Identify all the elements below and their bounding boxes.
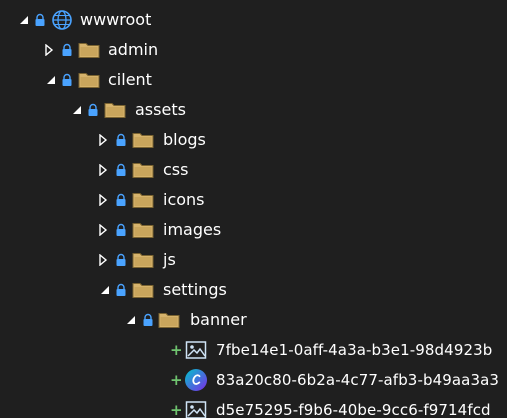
file-label: 83a20c80-6b2a-4c77-afb3-b49aa3a3 bbox=[216, 371, 500, 389]
expanded-arrow-icon[interactable] bbox=[99, 275, 111, 305]
folder-label-images: images bbox=[163, 220, 222, 239]
folder-icon bbox=[77, 35, 101, 65]
tree-row-file[interactable]: + d5e75295-f9b6-40be-9cc6-f9714fcd bbox=[0, 395, 507, 418]
collapsed-arrow-icon[interactable] bbox=[97, 155, 109, 185]
expanded-arrow-icon[interactable] bbox=[45, 65, 57, 95]
globe-icon bbox=[50, 5, 74, 35]
folder-label-admin: admin bbox=[108, 40, 159, 59]
tree-row-css[interactable]: css bbox=[0, 155, 507, 185]
folder-icon bbox=[131, 125, 155, 155]
folder-icon bbox=[131, 245, 155, 275]
folder-icon bbox=[131, 155, 155, 185]
folder-icon bbox=[131, 215, 155, 245]
lock-icon bbox=[115, 275, 127, 305]
folder-icon bbox=[103, 95, 127, 125]
expanded-arrow-icon[interactable] bbox=[71, 95, 83, 125]
lock-icon bbox=[87, 95, 99, 125]
added-status-icon: + bbox=[170, 401, 183, 418]
folder-label-js: js bbox=[163, 250, 176, 269]
folder-icon bbox=[131, 275, 155, 305]
tree-row-admin[interactable]: admin bbox=[0, 35, 507, 65]
tree-row-blogs[interactable]: blogs bbox=[0, 125, 507, 155]
collapsed-arrow-icon[interactable] bbox=[97, 215, 109, 245]
tree-row-file[interactable]: + 7fbe14e1-0aff-4a3a-b3e1-98d4923b bbox=[0, 335, 507, 365]
folder-label-cilent: cilent bbox=[108, 70, 152, 89]
folder-icon bbox=[157, 305, 181, 335]
tree-row-cilent[interactable]: cilent bbox=[0, 65, 507, 95]
tree-row-js[interactable]: js bbox=[0, 245, 507, 275]
tree-row-icons[interactable]: icons bbox=[0, 185, 507, 215]
folder-label-settings: settings bbox=[163, 280, 227, 299]
tree-row-wwwroot[interactable]: wwwroot bbox=[0, 5, 507, 35]
lock-icon bbox=[115, 125, 127, 155]
lock-icon bbox=[115, 155, 127, 185]
collapsed-arrow-icon[interactable] bbox=[97, 185, 109, 215]
lock-icon bbox=[142, 305, 154, 335]
lock-icon bbox=[34, 5, 46, 35]
lock-icon bbox=[115, 215, 127, 245]
file-label: 7fbe14e1-0aff-4a3a-b3e1-98d4923b bbox=[216, 341, 493, 359]
collapsed-arrow-icon[interactable] bbox=[97, 245, 109, 275]
folder-label-blogs: blogs bbox=[163, 130, 206, 149]
tree-row-file[interactable]: + 83a20c80-6b2a-4c77-afb3-b49aa3a3 bbox=[0, 365, 507, 395]
tree-row-settings[interactable]: settings bbox=[0, 275, 507, 305]
tree-row-assets[interactable]: assets bbox=[0, 95, 507, 125]
expanded-arrow-icon[interactable] bbox=[18, 5, 30, 35]
canva-file-icon bbox=[184, 365, 208, 395]
expanded-arrow-icon[interactable] bbox=[125, 305, 137, 335]
lock-icon bbox=[115, 245, 127, 275]
image-file-icon bbox=[184, 395, 208, 418]
folder-label-css: css bbox=[163, 160, 189, 179]
lock-icon bbox=[115, 185, 127, 215]
tree-row-banner[interactable]: banner bbox=[0, 305, 507, 335]
added-status-icon: + bbox=[170, 371, 183, 389]
folder-icon bbox=[77, 65, 101, 95]
added-status-icon: + bbox=[170, 341, 183, 359]
lock-icon bbox=[61, 65, 73, 95]
collapsed-arrow-icon[interactable] bbox=[97, 125, 109, 155]
folder-label-assets: assets bbox=[135, 100, 186, 119]
collapsed-arrow-icon[interactable] bbox=[43, 35, 55, 65]
folder-label-banner: banner bbox=[190, 310, 247, 329]
folder-icon bbox=[131, 185, 155, 215]
image-file-icon bbox=[184, 335, 208, 365]
wwwroot-label: wwwroot bbox=[80, 10, 152, 29]
tree-row-images[interactable]: images bbox=[0, 215, 507, 245]
lock-icon bbox=[61, 35, 73, 65]
solution-explorer-tree: wwwroot admin cilent assets blogs css ic… bbox=[0, 0, 507, 418]
folder-label-icons: icons bbox=[163, 190, 205, 209]
file-label: d5e75295-f9b6-40be-9cc6-f9714fcd bbox=[216, 401, 491, 418]
